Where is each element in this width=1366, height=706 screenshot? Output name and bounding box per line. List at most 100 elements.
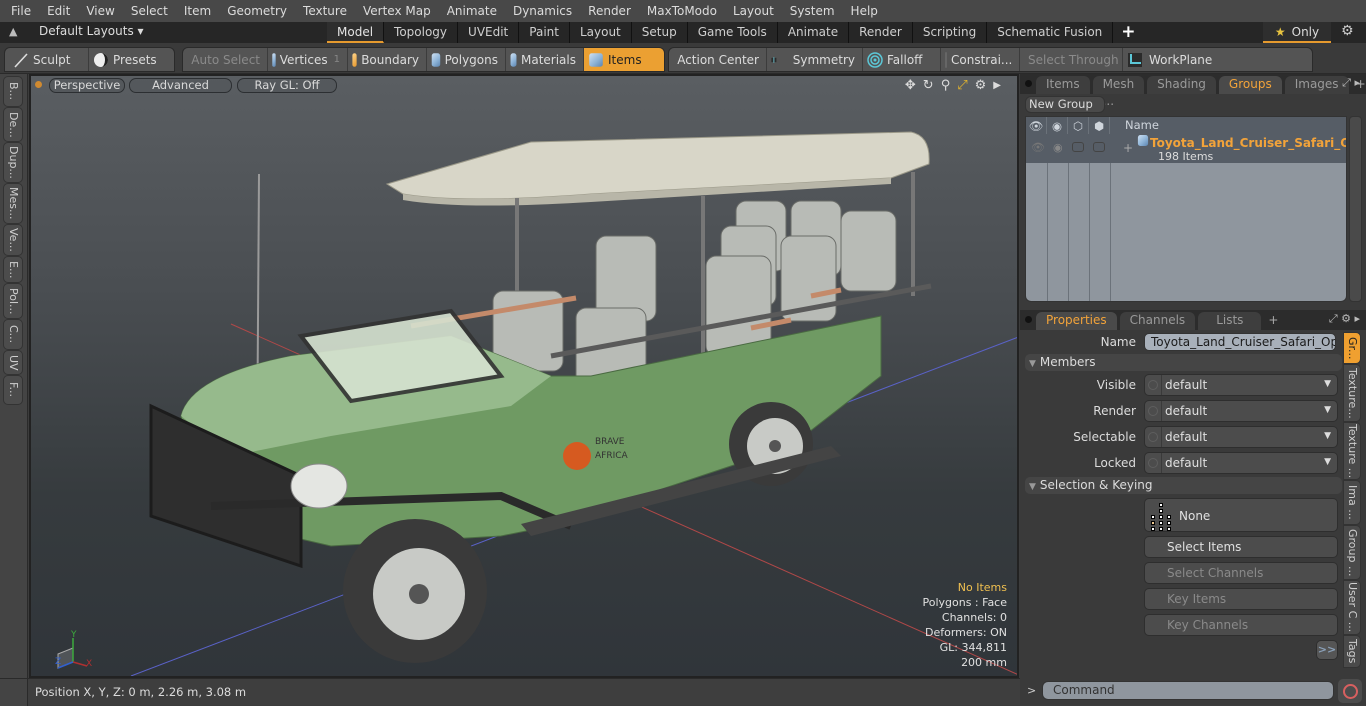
left-tab-polygon[interactable]: Pol...: [3, 283, 23, 319]
materials-button[interactable]: Materials: [506, 48, 584, 71]
row-lock-toggle[interactable]: [1072, 142, 1084, 152]
menu-maxtomodo[interactable]: MaxToModo: [639, 0, 725, 22]
vertices-button[interactable]: Vertices 1: [268, 48, 348, 71]
tab-uvedit[interactable]: UVEdit: [458, 22, 519, 43]
name-field[interactable]: Toyota_Land_Cruiser_Safari_Open_Si: [1144, 333, 1336, 351]
side-tab-texture-2[interactable]: Texture ...: [1343, 422, 1361, 480]
left-tab-mesh[interactable]: Mes...: [3, 183, 23, 224]
tab-game-tools[interactable]: Game Tools: [688, 22, 778, 43]
left-tab-curve[interactable]: C...: [3, 319, 23, 350]
selection-keying-section[interactable]: ▼Selection & Keying: [1025, 477, 1342, 494]
collapse-up-icon[interactable]: ▲: [9, 25, 17, 38]
tab-paint[interactable]: Paint: [519, 22, 570, 43]
boundary-button[interactable]: Boundary: [348, 48, 427, 71]
select-items-button[interactable]: Select Items: [1144, 536, 1338, 558]
tab-layout[interactable]: Layout: [570, 22, 632, 43]
tab-lists[interactable]: Lists: [1198, 312, 1261, 330]
visible-dropdown[interactable]: default▼: [1144, 374, 1338, 396]
maximize-panel-icon[interactable]: ⤢ ▸: [1342, 76, 1360, 90]
left-tab-basic[interactable]: B...: [3, 76, 23, 107]
menu-view[interactable]: View: [78, 0, 122, 22]
menu-help[interactable]: Help: [843, 0, 886, 22]
menu-select[interactable]: Select: [123, 0, 176, 22]
key-items-button[interactable]: Key Items: [1144, 588, 1338, 610]
side-tab-user-channels[interactable]: User C ...: [1343, 580, 1361, 635]
key-channels-button[interactable]: Key Channels: [1144, 614, 1338, 636]
left-tab-fusion[interactable]: F...: [3, 375, 23, 405]
workplane-button[interactable]: WorkPlane: [1123, 48, 1312, 71]
tab-schematic-fusion[interactable]: Schematic Fusion: [987, 22, 1113, 43]
properties-menu-dot[interactable]: [1025, 316, 1032, 323]
gear-icon[interactable]: ⚙: [1341, 23, 1354, 39]
new-group-button[interactable]: New Group: [1025, 96, 1105, 113]
row-render-icon[interactable]: ◉: [1053, 141, 1063, 154]
side-tab-texture-1[interactable]: Texture...: [1343, 364, 1361, 422]
left-tab-edge[interactable]: E...: [3, 256, 23, 283]
menu-file[interactable]: File: [0, 0, 39, 22]
menu-geometry[interactable]: Geometry: [219, 0, 295, 22]
more-button[interactable]: >>: [1316, 640, 1338, 660]
selectable-dropdown[interactable]: default▼: [1144, 426, 1338, 448]
record-macro-icon[interactable]: [1338, 679, 1362, 703]
tab-animate[interactable]: Animate: [778, 22, 849, 43]
menu-texture[interactable]: Texture: [295, 0, 355, 22]
only-toggle[interactable]: ★Only: [1263, 22, 1331, 43]
menu-edit[interactable]: Edit: [39, 0, 78, 22]
items-button[interactable]: Items 5: [584, 48, 665, 71]
menu-vertex-map[interactable]: Vertex Map: [355, 0, 439, 22]
3d-viewport[interactable]: Perspective Advanced Ray GL: Off ✥ ↻ ⚲ ⤢…: [29, 74, 1019, 678]
tab-topology[interactable]: Topology: [384, 22, 458, 43]
panel-menu-dot[interactable]: [1025, 80, 1032, 87]
tab-items[interactable]: Items: [1036, 76, 1090, 94]
tab-images[interactable]: Images: [1285, 76, 1349, 94]
select-column-icon[interactable]: ⬢: [1089, 117, 1110, 134]
hierarchy-mode-button[interactable]: None: [1144, 498, 1338, 532]
falloff-button[interactable]: Falloff: [863, 48, 941, 71]
tab-setup[interactable]: Setup: [632, 22, 688, 43]
add-properties-tab-button[interactable]: +: [1264, 312, 1282, 330]
default-layouts-dropdown[interactable]: Default Layouts ▾: [39, 24, 144, 38]
side-tab-image[interactable]: Ima ...: [1343, 480, 1361, 525]
menu-system[interactable]: System: [782, 0, 843, 22]
groups-scrollbar[interactable]: [1349, 116, 1362, 302]
locked-dropdown[interactable]: default▼: [1144, 452, 1338, 474]
menu-render[interactable]: Render: [580, 0, 639, 22]
members-section[interactable]: ▼Members: [1025, 354, 1342, 371]
select-channels-button[interactable]: Select Channels: [1144, 562, 1338, 584]
lock-column-icon[interactable]: ⬡: [1068, 117, 1089, 134]
tab-model[interactable]: Model: [327, 22, 384, 43]
menu-dynamics[interactable]: Dynamics: [505, 0, 580, 22]
properties-settings-icon[interactable]: ⤢ ⚙ ▸: [1329, 312, 1360, 326]
menu-animate[interactable]: Animate: [439, 0, 505, 22]
sculpt-button[interactable]: Sculpt: [5, 48, 89, 71]
add-tab-button[interactable]: +: [1113, 22, 1143, 43]
tab-scripting[interactable]: Scripting: [913, 22, 987, 43]
expand-plus-icon[interactable]: +: [1123, 141, 1133, 155]
left-tab-deform[interactable]: De...: [3, 107, 23, 142]
presets-button[interactable]: Presets: [89, 48, 174, 71]
polygons-button[interactable]: Polygons: [427, 48, 506, 71]
left-tab-duplicate[interactable]: Dup...: [3, 142, 23, 183]
tab-mesh[interactable]: Mesh ...: [1093, 76, 1145, 94]
select-through-button[interactable]: Select Through: [1020, 48, 1123, 71]
render-column-icon[interactable]: ◉: [1047, 117, 1068, 134]
symmetry-button[interactable]: Symmetry: [767, 48, 863, 71]
command-input[interactable]: Command: [1042, 681, 1334, 700]
visibility-column-icon[interactable]: 👁: [1026, 117, 1047, 134]
render-dropdown[interactable]: default▼: [1144, 400, 1338, 422]
side-tab-group-2[interactable]: Group ...: [1343, 525, 1361, 580]
row-select-toggle[interactable]: [1093, 142, 1105, 152]
tab-shading[interactable]: Shading: [1147, 76, 1216, 94]
side-tab-group[interactable]: Gr...: [1343, 332, 1361, 364]
menu-layout[interactable]: Layout: [725, 0, 782, 22]
side-tab-tags[interactable]: Tags: [1343, 635, 1361, 668]
group-row[interactable]: 👁 ◉ + Toyota_Land_Cruiser_Safari_Op... 1…: [1026, 134, 1346, 163]
name-column-header[interactable]: Name: [1110, 117, 1159, 134]
constraints-button[interactable]: Constrai...: [941, 48, 1020, 71]
action-center-button[interactable]: Action Center: [669, 48, 767, 71]
tab-render[interactable]: Render: [849, 22, 913, 43]
auto-select-button[interactable]: Auto Select: [183, 48, 268, 71]
left-tab-vertex[interactable]: Ve...: [3, 224, 23, 256]
tab-groups[interactable]: Groups: [1219, 76, 1282, 94]
tab-channels[interactable]: Channels: [1120, 312, 1196, 330]
